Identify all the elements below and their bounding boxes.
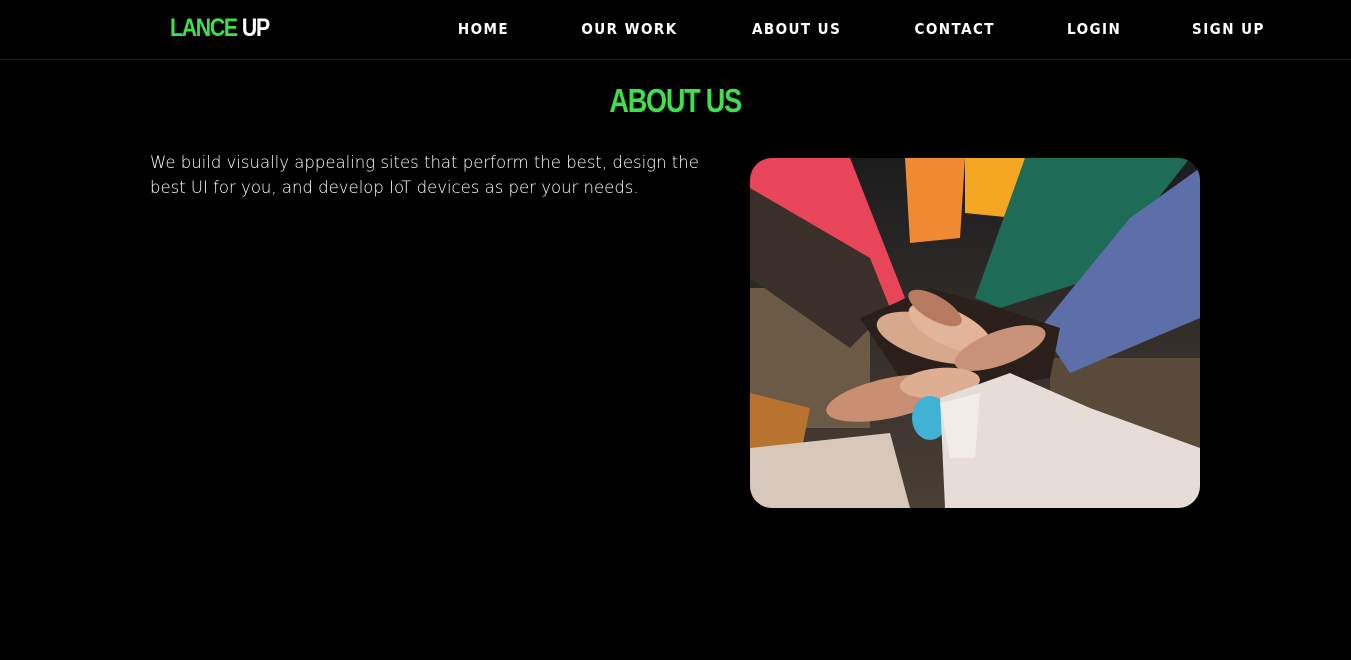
nav-home[interactable]: HOME xyxy=(458,20,509,38)
about-description: We build visually appealing sites that p… xyxy=(150,153,699,197)
main-nav: HOME OUR WORK ABOUT US CONTACT LOGIN SIG… xyxy=(391,20,1269,38)
about-title: ABOUT US xyxy=(0,82,1351,120)
brand-logo-part2: UP xyxy=(241,14,270,42)
team-hands-image xyxy=(750,158,1200,508)
nav-contact[interactable]: CONTACT xyxy=(915,20,995,38)
navbar: LANCE UP HOME OUR WORK ABOUT US CONTACT L… xyxy=(0,0,1351,60)
brand-logo[interactable]: LANCE UP xyxy=(170,14,270,43)
about-title-text: ABOUT US xyxy=(609,82,743,119)
nav-our-work[interactable]: OUR WORK xyxy=(582,20,678,38)
brand-logo-part1: LANCE xyxy=(170,14,238,42)
nav-sign-up[interactable]: SIGN UP xyxy=(1192,20,1265,38)
nav-about-us[interactable]: ABOUT US xyxy=(752,20,841,38)
nav-login[interactable]: LOGIN xyxy=(1067,20,1121,38)
